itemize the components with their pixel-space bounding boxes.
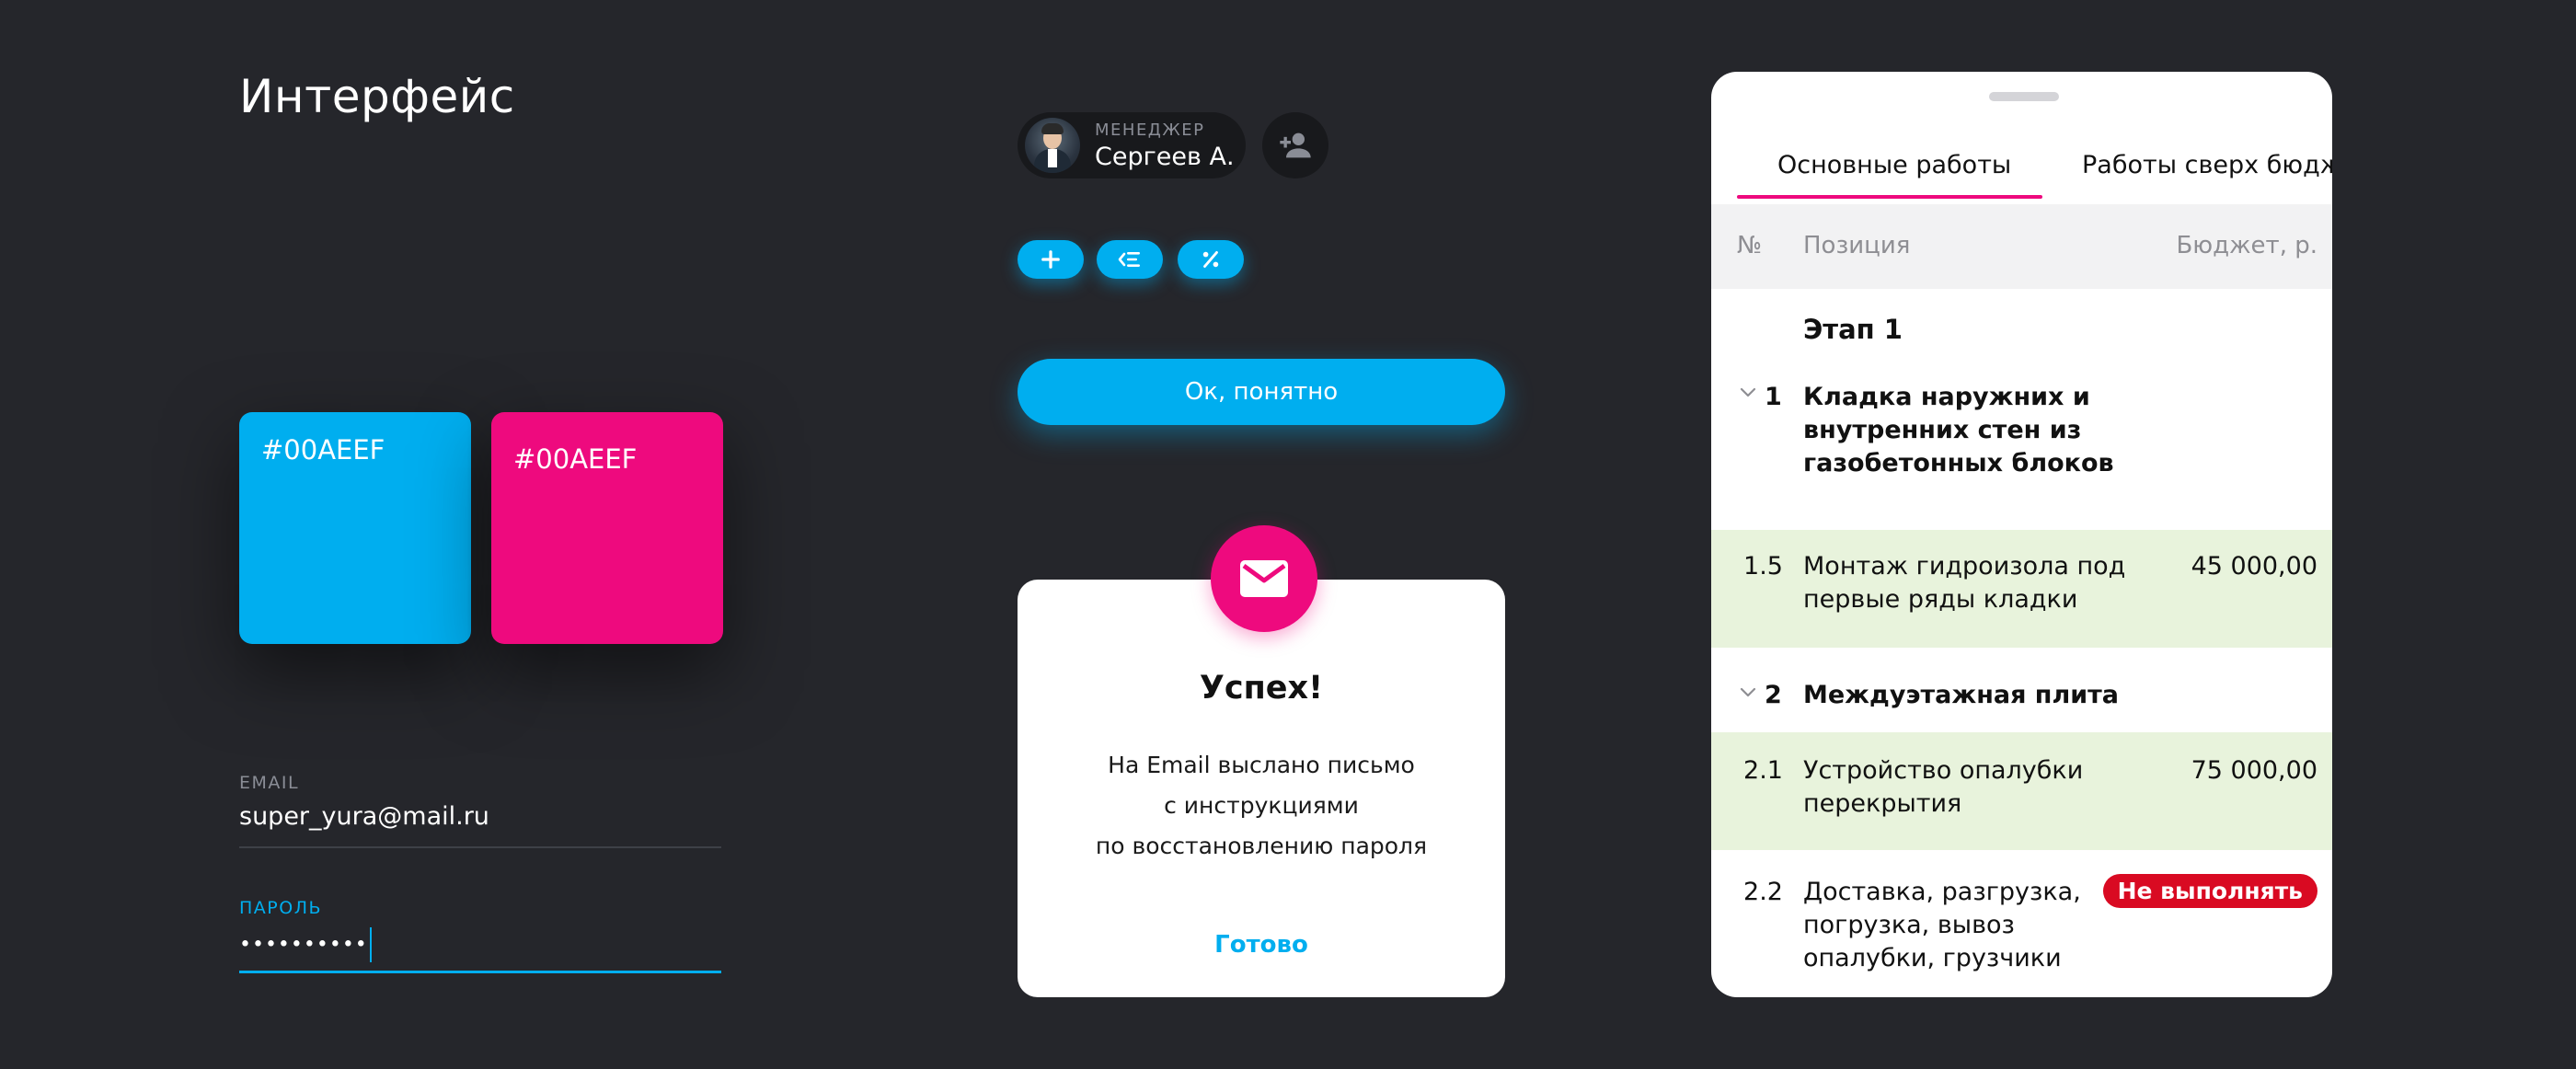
password-value: •••••••••• — [239, 933, 368, 957]
percent-button[interactable] — [1178, 240, 1244, 279]
add-button[interactable] — [1018, 240, 1084, 279]
table-row[interactable]: 1.5 Монтаж гидроизола под первые ряды кл… — [1711, 530, 2332, 648]
row-position: Кладка наружних и внутренних стен из газ… — [1803, 383, 2114, 477]
color-swatch-blue: #00AEEF — [239, 412, 471, 644]
page-title: Интерфейс — [239, 70, 515, 123]
row-position: Монтаж гидроизола под первые ряды кладки — [1803, 552, 2126, 614]
column-header-budget: Бюджет, р. — [2176, 232, 2317, 259]
outdent-icon — [1118, 252, 1140, 267]
tab-extra-works[interactable]: Работы сверх бюджета — [2082, 151, 2332, 179]
table-row[interactable]: 2 Междуэтажная плита — [1711, 648, 2332, 732]
row-position: Устройство опалубки перекрытия — [1803, 756, 2084, 818]
manager-chip[interactable]: МЕНЕДЖЕР Сергеев А. — [1018, 112, 1246, 178]
outdent-button[interactable] — [1097, 240, 1163, 279]
row-position: Междуэтажная плита — [1803, 681, 2120, 709]
password-label: ПАРОЛЬ — [239, 898, 323, 918]
table-row[interactable]: 1 Кладка наружних и внутренних стен из г… — [1711, 361, 2332, 513]
row-number: 2 — [1765, 681, 1782, 709]
percent-icon — [1202, 251, 1219, 268]
text-caret — [369, 927, 372, 962]
row-budget: 45 000,00 — [2191, 552, 2317, 580]
avatar — [1025, 118, 1080, 173]
swatch-label: #00AEEF — [261, 434, 385, 466]
row-number: 2.2 — [1743, 878, 1783, 906]
mail-badge — [1211, 525, 1317, 632]
tab-main-works[interactable]: Основные работы — [1777, 151, 2011, 179]
email-input[interactable]: super_yura@mail.ru — [239, 793, 721, 848]
swatch-label: #00AEEF — [513, 443, 638, 475]
add-user-button[interactable] — [1262, 112, 1328, 178]
row-position: Доставка, разгрузка, погрузка, вывоз опа… — [1803, 878, 2081, 972]
success-message: На Email выслано письмо с инструкциями п… — [1095, 752, 1428, 859]
add-user-icon — [1280, 132, 1311, 158]
password-field[interactable]: ПАРОЛЬ •••••••••• — [239, 898, 721, 973]
stage-row: Этап 1 — [1711, 289, 2332, 361]
manager-name: Сергеев А. — [1095, 142, 1235, 171]
status-badge[interactable]: Не выполнять — [2102, 874, 2317, 908]
table-row[interactable]: 2.2 Доставка, разгрузка, погрузка, вывоз… — [1711, 850, 2332, 997]
active-tab-indicator — [1737, 195, 2042, 199]
column-header-num: № — [1737, 232, 1763, 259]
budget-sheet: Основные работы Работы сверх бюджета № П… — [1711, 72, 2332, 997]
done-button[interactable]: Готово — [1018, 931, 1505, 959]
plus-icon — [1041, 250, 1060, 269]
table-row[interactable]: 2.1 Устройство опалубки перекрытия 75 00… — [1711, 732, 2332, 850]
sheet-grabber[interactable] — [1989, 92, 2059, 101]
table-header: № Позиция Бюджет, р. — [1711, 204, 2332, 289]
stage-label: Этап 1 — [1803, 314, 1903, 345]
password-input[interactable]: •••••••••• — [239, 918, 721, 973]
row-number: 2.1 — [1743, 756, 1783, 785]
email-label: EMAIL — [239, 773, 300, 793]
mail-icon — [1240, 560, 1288, 597]
color-swatch-pink: #00AEEF — [491, 412, 723, 644]
row-budget: 75 000,00 — [2191, 756, 2317, 785]
success-dialog: Успех! На Email выслано письмо с инструк… — [1018, 580, 1505, 997]
email-field[interactable]: EMAIL super_yura@mail.ru — [239, 773, 721, 848]
chevron-down-icon[interactable] — [1739, 386, 1757, 399]
success-title: Успех! — [1199, 670, 1324, 707]
chevron-down-icon[interactable] — [1739, 686, 1757, 699]
column-header-position: Позиция — [1803, 232, 1911, 259]
row-number: 1 — [1765, 383, 1782, 411]
ok-button[interactable]: Ок, понятно — [1018, 359, 1505, 425]
manager-role: МЕНЕДЖЕР — [1095, 120, 1205, 140]
row-number: 1.5 — [1743, 552, 1783, 580]
